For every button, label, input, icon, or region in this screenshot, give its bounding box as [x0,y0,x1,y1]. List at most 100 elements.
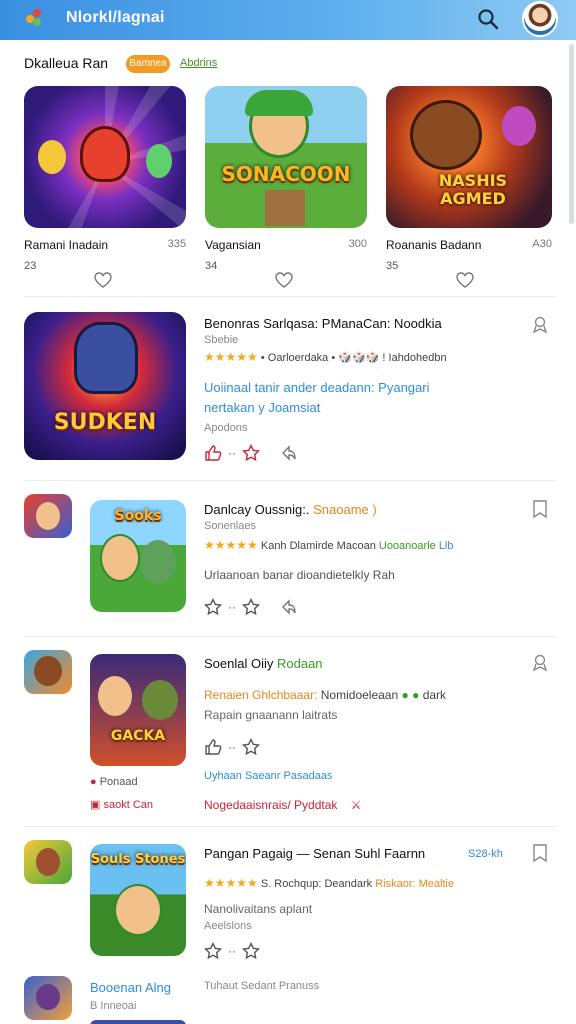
list-item[interactable]: Sooks Danlcay Oussnig:. Snaoame ) Sonenl… [0,494,576,624]
item-extra: Apodons [204,422,248,434]
item-subtitle: B Inneoai [90,1000,137,1012]
list-item[interactable]: Souls Stones Pangan Pagaig — Senan Suhl … [0,840,576,964]
item-description: Urlaanoan banar dioandietelkly Rah [204,568,395,582]
game-count: 34 [205,260,218,272]
item-meta-tail: dark [422,688,447,702]
share-icon[interactable] [280,444,298,462]
game-logo-text: SUDKEN [53,410,157,435]
game-size: 300 [348,238,367,250]
item-meta-tail: Llb [438,540,454,552]
item-title-row[interactable]: Soenlal Oiiy Rodaan [204,656,323,671]
section-title: Dkalleua Ran [24,55,109,71]
featured-card[interactable]: NASHIS AGMED Roananis Badann A30 35 [386,86,552,288]
item-meta-accent: Uooanoarle [378,540,436,552]
item-rating-row: ★★★★★ S. Rochqup: Deandark Riskaor: Meal… [204,876,454,890]
bookmark-icon[interactable] [532,844,548,862]
star-icon[interactable] [242,598,260,616]
avatar[interactable] [522,1,558,37]
game-name: Roananis Badann [386,238,482,252]
item-subtitle: Nanolivaitans aplant [204,902,313,916]
item-actions: ·· [204,942,260,960]
item-meta: Tuhaut Sedant Pranuss [204,980,320,992]
item-description[interactable]: nertakan y Joamsiat [204,398,320,417]
rating-stars: ★★★★★ [204,350,258,364]
bookmark-icon[interactable] [532,500,548,518]
game-thumbnail[interactable]: Sooks [90,500,186,612]
game-thumbnail[interactable]: GACKA [90,654,186,766]
game-logo-text: Souls Stones [90,852,186,867]
star-icon[interactable] [204,598,222,616]
item-meta-accent: Riskaor: Mealtie [375,878,455,890]
item-meta: S. Rochqup: Deandark [260,878,373,890]
game-count: 35 [386,260,399,272]
item-meta: Kanh Dlamirde Macoan [260,540,376,552]
app-title: Nlorkl/lagnai [66,9,165,26]
app-icon[interactable] [24,976,72,1020]
game-thumbnail[interactable]: SONACOON [205,86,367,228]
item-title[interactable]: Pangan Pagaig — Senan Suhl Faarnn [204,846,425,861]
star-icon[interactable] [242,738,260,756]
list-item[interactable]: SUDKEN Benonras Sarlqasa: PManaCan: Nood… [0,312,576,472]
game-size: 335 [167,238,186,250]
item-extra-row[interactable]: ▣ saokt Can [90,798,153,811]
star-icon[interactable] [242,444,260,462]
game-thumbnail[interactable]: SUDKEN [24,312,186,460]
rating-stars: ★★★★★ [204,538,258,552]
app-logo-icon[interactable] [26,9,44,27]
game-name: Vagansian [205,238,261,252]
item-title[interactable]: Benonras Sarlqasa: PManaCan: Noodkia [204,316,442,331]
bookmark-icon[interactable] [532,316,548,334]
search-icon[interactable] [476,7,500,31]
top-app-bar: Nlorkl/lagnai [0,0,576,40]
game-logo-text: NASHIS AGMED [438,171,508,208]
item-rating-row: ★★★★★ Kanh Dlamirde Macoan Uooanoarle Ll… [204,538,454,552]
item-red-link[interactable]: Nogedaaisnrais/ Pyddtak ⚔ [204,798,362,812]
list-item[interactable]: GACKA Soenlal Oiiy Rodaan Renaien Ghlchb… [0,650,576,820]
item-meta-row: Renaien Ghlchbaaar: Nomidoeleaan ● ● dar… [204,688,447,702]
app-icon[interactable] [24,494,72,538]
item-link[interactable]: Uyhaan Saeanr Pasadaas [204,770,332,782]
item-meta-accent: Renaien Ghlchbaaar: [204,688,318,702]
item-extra: Ponaad [99,776,138,788]
list-item[interactable]: Booenan Alng B Inneoai Tuhaut Sedant Pra… [0,976,576,1024]
item-extra-row: ● Ponaad [90,776,138,788]
game-thumbnail[interactable] [24,86,186,228]
heart-icon[interactable] [275,272,293,288]
share-icon[interactable] [280,598,298,616]
app-icon[interactable] [24,840,72,884]
featured-card[interactable]: SONACOON Vagansian 300 34 [205,86,367,288]
item-title-accent: Snaoame ) [313,502,377,517]
game-thumbnail[interactable]: Souls Stones [90,844,186,956]
item-meta: • Oarloerdaka • 🎲🎲🎲 ! Iahdohedbn [260,352,447,364]
item-title: Danlcay Oussnig:. [204,502,310,517]
app-icon[interactable] [24,650,72,694]
game-logo-text: Sooks [114,508,162,524]
star-icon[interactable] [242,942,260,960]
thumbs-up-icon[interactable] [204,444,222,462]
section-link[interactable]: Abdrins [180,57,217,69]
item-title-row[interactable]: Danlcay Oussnig:. Snaoame ) [204,502,377,517]
heart-icon[interactable] [456,272,474,288]
heart-icon[interactable] [94,272,112,288]
game-thumbnail[interactable] [90,1020,186,1024]
item-actions: ·· [204,598,298,616]
item-title[interactable]: Booenan Alng [90,980,171,995]
bookmark-icon[interactable] [532,654,548,672]
item-description[interactable]: Uoiinaal tanir ander deadann: Pyangari [204,378,430,397]
item-tag: S28-kh [468,848,503,860]
featured-card[interactable]: Ramani Inadain 335 23 [24,86,186,288]
game-thumbnail[interactable]: NASHIS AGMED [386,86,552,228]
game-logo-text: GACKA [110,728,166,744]
game-name: Ramani Inadain [24,238,109,252]
star-icon[interactable] [204,942,222,960]
item-meta: Nomidoeleaan [320,688,399,702]
thumbs-up-icon[interactable] [204,738,222,756]
item-subtitle: Rapain gnaanann laitrats [204,708,338,722]
scrollbar[interactable] [569,44,574,224]
section-badge[interactable]: Bamnea [126,55,170,73]
divider [24,636,556,637]
item-title-accent: Rodaan [277,656,323,671]
divider [24,296,556,297]
divider [24,826,556,827]
game-count: 23 [24,260,37,272]
